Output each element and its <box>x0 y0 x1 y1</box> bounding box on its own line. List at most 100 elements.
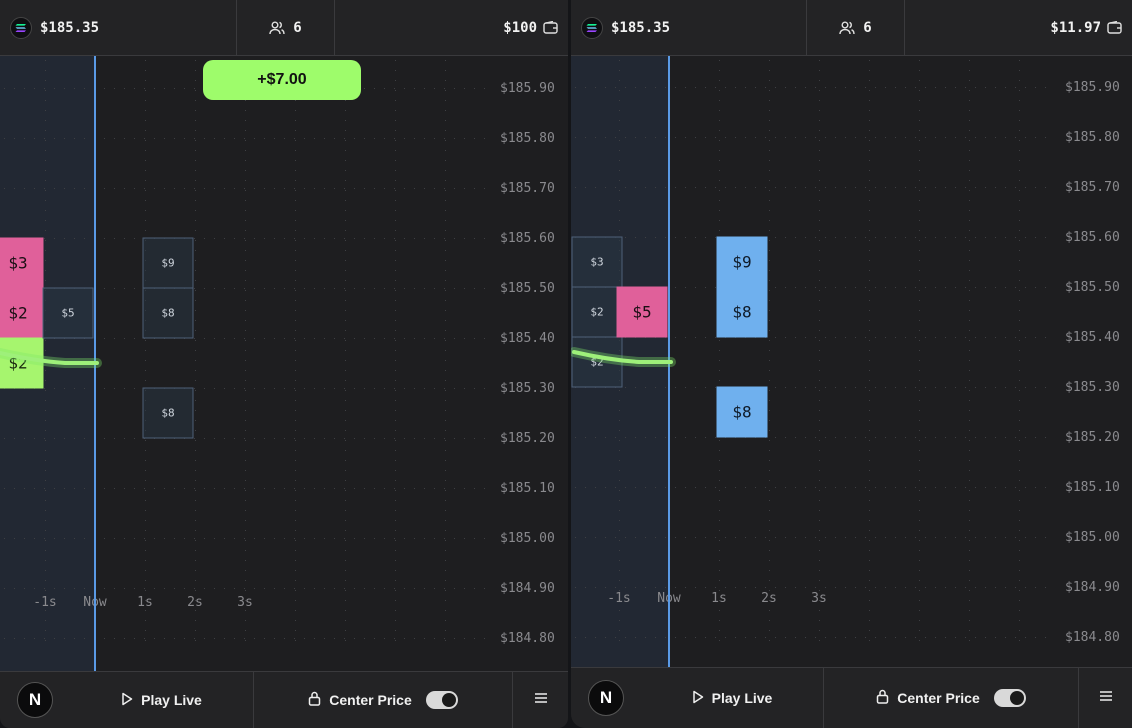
chart-canvas[interactable]: $185.90$185.80$185.70$185.60$185.50$185.… <box>571 56 1132 673</box>
grid-dot <box>955 387 956 388</box>
grid-dot <box>719 90 720 91</box>
grid-dot <box>769 360 770 361</box>
grid-dot <box>434 388 435 389</box>
grid-dot <box>444 438 445 439</box>
center-price-toggle[interactable] <box>425 691 458 709</box>
grid-dot <box>969 310 970 311</box>
grid-dot <box>45 130 46 131</box>
grid-dot <box>769 350 770 351</box>
grid-dot <box>819 220 820 221</box>
grid-dot <box>769 60 770 61</box>
grid-dot <box>845 337 846 338</box>
price-grid-chart[interactable]: $185.90 $185.80 $185.70 $185.60 $185.50 $185.… <box>571 56 1132 673</box>
grid-dot <box>819 290 820 291</box>
grid-dot <box>685 587 686 588</box>
play-live-button[interactable]: Play Live <box>641 668 824 728</box>
chart-canvas[interactable]: $185.90$185.80$185.70$185.60$185.50$185.… <box>0 56 568 673</box>
center-price-toggle[interactable] <box>993 689 1026 707</box>
bottom-bar: N Play Live Center Price <box>0 671 568 728</box>
grid-dot <box>114 288 115 289</box>
wallet-balance[interactable]: $11.97 <box>905 0 1132 55</box>
grid-dot <box>395 180 396 181</box>
grid-dot <box>775 287 776 288</box>
menu-button[interactable] <box>1079 668 1132 728</box>
grid-dot <box>919 550 920 551</box>
grid-dot <box>234 288 235 289</box>
grid-dot <box>474 138 475 139</box>
grid-dot <box>164 488 165 489</box>
grid-dot <box>445 280 446 281</box>
grid-dot <box>755 587 756 588</box>
grid-dot <box>915 237 916 238</box>
grid-dot <box>995 537 996 538</box>
grid-dot <box>969 540 970 541</box>
grid-dot <box>605 437 606 438</box>
grid-dot <box>395 90 396 91</box>
grid-dot <box>815 187 816 188</box>
grid-dot <box>969 300 970 301</box>
grid-dot <box>145 530 146 531</box>
grid-dot <box>145 80 146 81</box>
grid-dot <box>74 238 75 239</box>
grid-dot <box>394 288 395 289</box>
grid-dot <box>24 538 25 539</box>
price-grid-chart[interactable]: $185.90 $185.80 $185.70 $185.60 $185.50 $185.… <box>0 56 568 673</box>
grid-dot <box>1019 430 1020 431</box>
grid-dot <box>64 438 65 439</box>
grid-dot <box>395 160 396 161</box>
menu-button[interactable] <box>513 672 568 728</box>
grid-dot <box>345 150 346 151</box>
grid-dot <box>204 488 205 489</box>
grid-dot <box>424 288 425 289</box>
grid-dot <box>585 587 586 588</box>
grid-dot <box>705 87 706 88</box>
grid-dot <box>769 510 770 511</box>
play-live-button[interactable]: Play Live <box>70 672 254 728</box>
grid-dot <box>145 60 146 61</box>
grid-dot <box>985 187 986 188</box>
grid-dot <box>284 338 285 339</box>
grid-dot <box>284 138 285 139</box>
grid-dot <box>619 160 620 161</box>
grid-dot <box>334 238 335 239</box>
grid-dot <box>895 237 896 238</box>
grid-dot <box>334 138 335 139</box>
grid-dot <box>224 338 225 339</box>
grid-dot <box>45 610 46 611</box>
grid-dot <box>819 270 820 271</box>
grid-dot <box>395 480 396 481</box>
grid-dot <box>194 188 195 189</box>
grid-dot <box>354 138 355 139</box>
grid-dot <box>835 87 836 88</box>
grid-dot <box>919 330 920 331</box>
grid-dot <box>845 487 846 488</box>
grid-dot <box>969 380 970 381</box>
grid-dot <box>104 488 105 489</box>
grid-dot <box>969 340 970 341</box>
grid-dot <box>245 220 246 221</box>
grid-dot <box>819 410 820 411</box>
grid-dot <box>795 537 796 538</box>
grid-dot <box>264 188 265 189</box>
grid-dot <box>195 310 196 311</box>
grid-dot <box>354 438 355 439</box>
grid-dot <box>395 340 396 341</box>
grid-dot <box>244 488 245 489</box>
grid-dot <box>345 390 346 391</box>
grid-dot <box>295 540 296 541</box>
grid-dot <box>404 538 405 539</box>
wallet-balance[interactable]: $100 <box>335 0 568 55</box>
grid-dot <box>484 388 485 389</box>
grid-dot <box>114 588 115 589</box>
grid-dot <box>295 150 296 151</box>
y-axis-label: $185.70 <box>500 181 555 196</box>
grid-dot <box>214 638 215 639</box>
grid-dot <box>919 340 920 341</box>
grid-dot <box>195 640 196 641</box>
grid-dot <box>819 620 820 621</box>
grid-dot <box>295 560 296 561</box>
grid-dot <box>224 238 225 239</box>
grid-dot <box>314 488 315 489</box>
grid-dot <box>195 150 196 151</box>
grid-dot <box>324 288 325 289</box>
